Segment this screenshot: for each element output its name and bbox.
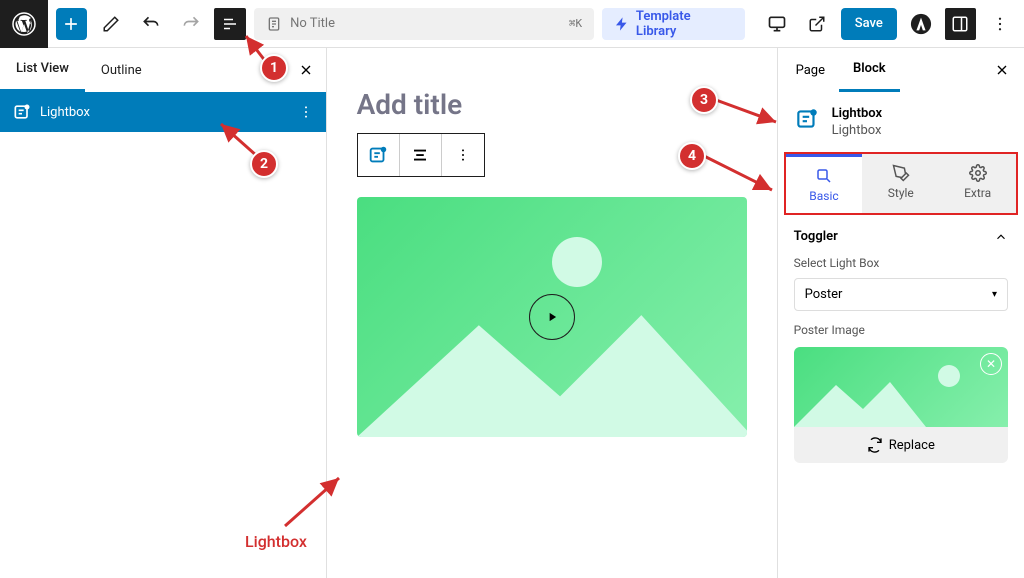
chevron-down-icon: ▾	[992, 289, 997, 300]
close-settings-button[interactable]	[984, 62, 1020, 78]
align-button[interactable]	[400, 134, 442, 176]
annotation-lightbox-label: Lightbox	[245, 532, 307, 551]
wordpress-logo[interactable]	[0, 0, 48, 48]
remove-poster-button[interactable]: ✕	[980, 353, 1002, 375]
settings-mode-tabs: Basic Style Extra	[784, 152, 1018, 215]
page-title-placeholder[interactable]: Add title	[357, 88, 747, 121]
list-item-lightbox[interactable]: Lightbox	[0, 92, 326, 132]
list-view-button[interactable]	[214, 8, 246, 40]
list-view-panel: List View Outline Lightbox	[0, 48, 327, 578]
select-lightbox-dropdown[interactable]: Poster ▾	[794, 278, 1008, 311]
section-toggler[interactable]: Toggler	[794, 229, 1008, 244]
basic-icon	[815, 167, 833, 185]
tab-page[interactable]: Page	[782, 48, 839, 92]
block-more-button[interactable]	[442, 134, 484, 176]
list-item-more-button[interactable]	[298, 104, 314, 120]
poster-preview: ✕ Replace	[794, 347, 1008, 463]
chevron-up-icon	[994, 230, 1008, 244]
extra-icon	[969, 164, 987, 182]
editor-toolbar: No Title ⌘K Template Library Save	[0, 0, 1024, 48]
tab-list-view[interactable]: List View	[0, 48, 85, 92]
replace-icon	[867, 437, 883, 453]
template-icon	[614, 16, 630, 32]
document-title: No Title	[290, 16, 335, 31]
lightbox-preview[interactable]	[357, 197, 747, 437]
more-options-button[interactable]	[984, 8, 1016, 40]
callout-4: 4	[678, 142, 706, 170]
block-info: Lightbox Lightbox	[778, 92, 1024, 152]
lightbox-icon	[794, 106, 820, 132]
keyboard-hint: ⌘K	[569, 17, 582, 30]
block-description: Lightbox	[832, 123, 883, 138]
add-block-button[interactable]	[56, 8, 88, 40]
document-title-bar[interactable]: No Title ⌘K	[254, 8, 594, 40]
replace-poster-button[interactable]: Replace	[794, 427, 1008, 463]
mode-tab-extra[interactable]: Extra	[939, 154, 1016, 213]
settings-panel-button[interactable]	[945, 8, 977, 40]
callout-3: 3	[690, 86, 718, 114]
undo-button[interactable]	[135, 8, 167, 40]
mode-tab-basic[interactable]: Basic	[786, 154, 863, 213]
callout-2: 2	[250, 150, 278, 178]
tab-outline[interactable]: Outline	[85, 48, 158, 92]
play-icon	[529, 294, 575, 340]
mode-tab-style[interactable]: Style	[862, 154, 939, 213]
tab-block[interactable]: Block	[839, 48, 900, 92]
poster-image-label: Poster Image	[794, 323, 1008, 337]
block-name: Lightbox	[832, 106, 883, 121]
select-lightbox-label: Select Light Box	[794, 256, 1008, 270]
lightbox-icon	[12, 102, 32, 122]
external-link-button[interactable]	[801, 8, 833, 40]
edit-tool-button[interactable]	[95, 8, 127, 40]
astra-button[interactable]	[905, 8, 937, 40]
close-list-view-button[interactable]	[286, 62, 326, 78]
preview-desktop-button[interactable]	[761, 8, 793, 40]
block-type-button[interactable]	[358, 134, 400, 176]
block-toolbar	[357, 133, 485, 177]
save-button[interactable]: Save	[841, 8, 897, 40]
callout-1: 1	[260, 54, 288, 82]
template-library-button[interactable]: Template Library	[602, 8, 745, 40]
style-icon	[892, 164, 910, 182]
redo-button[interactable]	[175, 8, 207, 40]
block-settings-panel: Page Block Lightbox Lightbox Basic Style	[777, 48, 1024, 578]
page-icon	[266, 16, 282, 32]
editor-canvas[interactable]: Add title	[327, 48, 777, 578]
